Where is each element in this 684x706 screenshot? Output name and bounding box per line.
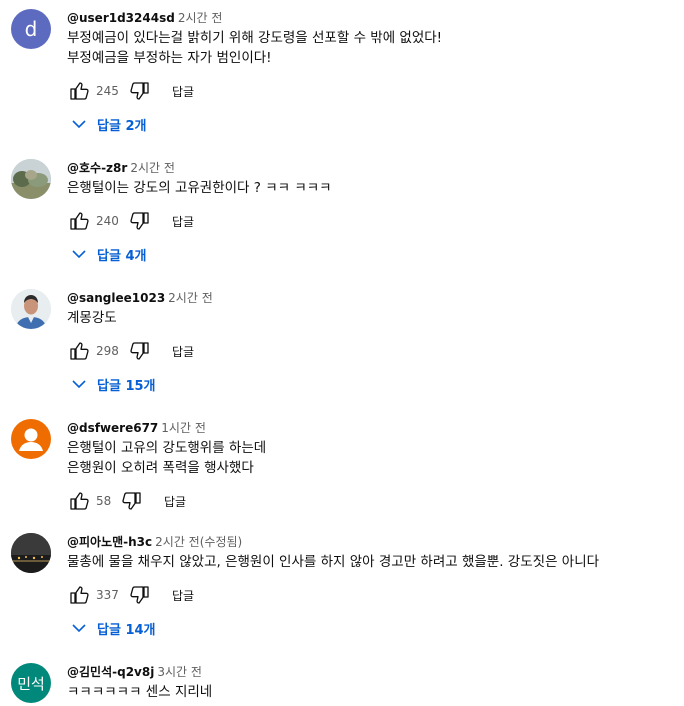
comment-time[interactable]: 2시간 전(수정됨)	[155, 535, 242, 549]
like-count: 245	[96, 84, 119, 98]
comment-time[interactable]: 2시간 전	[130, 161, 175, 175]
chevron-down-icon	[67, 616, 91, 640]
avatar[interactable]	[11, 289, 51, 329]
reply-button[interactable]: 답글	[172, 213, 194, 230]
replies-count: 답글 14개	[97, 622, 156, 638]
comment-author[interactable]: @호수-z8r	[67, 161, 127, 175]
comment-header: @dsfwere677 1시간 전	[67, 419, 684, 437]
avatar-person-photo	[11, 289, 51, 329]
comment-line: 부정예금을 부정하는 자가 범인이다!	[67, 50, 272, 66]
avatar[interactable]	[11, 419, 51, 459]
comment-actions: 240 답글	[67, 209, 194, 233]
chevron-down-icon	[67, 242, 91, 266]
chevron-down-icon	[67, 372, 91, 396]
comment-line: 부정예금이 있다는걸 밝히기 위해 강도령을 선포할 수 밖에 없었다!	[67, 30, 443, 46]
comment-author[interactable]: @피아노맨-h3c	[67, 535, 152, 549]
comment-line: 계몽강도	[67, 310, 117, 326]
comment-actions: 337 답글	[67, 583, 194, 607]
reply-button[interactable]: 답글	[164, 493, 186, 510]
comment-author[interactable]: @user1d3244sd	[67, 11, 175, 25]
comment-text: 계몽강도	[67, 308, 684, 328]
comment-actions: 245 답글	[67, 79, 194, 103]
avatar[interactable]: 민석	[11, 663, 51, 703]
comment-header: @김민석-q2v8j 3시간 전	[67, 663, 684, 681]
comment-line: 은행원이 오히려 폭력을 행사했다	[67, 460, 254, 476]
reply-button[interactable]: 답글	[172, 343, 194, 360]
replies-count: 답글 4개	[97, 248, 147, 264]
comment-text: 은행털이 고유의 강도행위를 하는데 은행원이 오히려 폭력을 행사했다	[67, 438, 684, 478]
thumb-up-icon[interactable]	[67, 79, 91, 103]
thumb-down-icon[interactable]	[128, 339, 152, 363]
comment-author[interactable]: @sanglee1023	[67, 291, 165, 305]
avatar[interactable]	[11, 533, 51, 573]
comment-line: 물총에 물을 채우지 않았고, 은행원이 인사를 하지 않아 경고만 하려고 했…	[67, 554, 600, 570]
comment-author[interactable]: @김민석-q2v8j	[67, 665, 154, 679]
comment-header: @user1d3244sd 2시간 전	[67, 9, 684, 27]
thumb-down-icon[interactable]	[128, 209, 152, 233]
thumb-up-icon[interactable]	[67, 489, 91, 513]
avatar[interactable]	[11, 159, 51, 199]
thumb-down-icon[interactable]	[128, 79, 152, 103]
replies-count: 답글 15개	[97, 378, 156, 394]
thumb-down-icon[interactable]	[120, 489, 144, 513]
comment-line: 은행털이는 강도의 고유권한이다 ? ㅋㅋ ㅋㅋㅋ	[67, 180, 332, 196]
reply-button[interactable]: 답글	[172, 587, 194, 604]
like-count: 58	[96, 494, 112, 508]
view-replies-button[interactable]: 답글 14개	[67, 616, 156, 640]
comment-time[interactable]: 3시간 전	[157, 665, 202, 679]
avatar-letter: 민석	[17, 674, 45, 693]
comment-actions: 298 답글	[67, 339, 194, 363]
avatar-letter: d	[24, 17, 38, 41]
comment-line: 은행털이 고유의 강도행위를 하는데	[67, 440, 267, 456]
comment-header: @sanglee1023 2시간 전	[67, 289, 684, 307]
comment-time[interactable]: 2시간 전	[168, 291, 213, 305]
comment-header: @피아노맨-h3c 2시간 전(수정됨)	[67, 533, 684, 551]
reply-button[interactable]: 답글	[172, 83, 194, 100]
comment-text: 은행털이는 강도의 고유권한이다 ? ㅋㅋ ㅋㅋㅋ	[67, 178, 684, 198]
like-count: 337	[96, 588, 119, 602]
comment-author[interactable]: @dsfwere677	[67, 421, 158, 435]
comment-line: ㅋㅋㅋㅋㅋㅋ 센스 지리네	[67, 684, 213, 700]
view-replies-button[interactable]: 답글 15개	[67, 372, 156, 396]
comment-actions: 58 답글	[67, 489, 186, 513]
view-replies-button[interactable]: 답글 2개	[67, 112, 146, 136]
comment-text: ㅋㅋㅋㅋㅋㅋ 센스 지리네	[67, 682, 684, 702]
comment-text: 부정예금이 있다는걸 밝히기 위해 강도령을 선포할 수 밖에 없었다! 부정예…	[67, 28, 684, 68]
comment-text: 물총에 물을 채우지 않았고, 은행원이 인사를 하지 않아 경고만 하려고 했…	[67, 552, 684, 572]
chevron-down-icon	[67, 112, 91, 136]
like-count: 240	[96, 214, 119, 228]
thumb-up-icon[interactable]	[67, 209, 91, 233]
replies-count: 답글 2개	[97, 118, 147, 134]
like-count: 298	[96, 344, 119, 358]
view-replies-button[interactable]: 답글 4개	[67, 242, 146, 266]
avatar-landscape-image	[11, 159, 51, 199]
comment-time[interactable]: 2시간 전	[178, 11, 223, 25]
default-person-icon	[19, 428, 43, 451]
thumb-up-icon[interactable]	[67, 583, 91, 607]
thumb-up-icon[interactable]	[67, 339, 91, 363]
avatar[interactable]: d	[11, 9, 51, 49]
comment-header: @호수-z8r 2시간 전	[67, 159, 684, 177]
thumb-down-icon[interactable]	[128, 583, 152, 607]
avatar-night-photo	[11, 533, 51, 573]
comment-time[interactable]: 1시간 전	[161, 421, 206, 435]
